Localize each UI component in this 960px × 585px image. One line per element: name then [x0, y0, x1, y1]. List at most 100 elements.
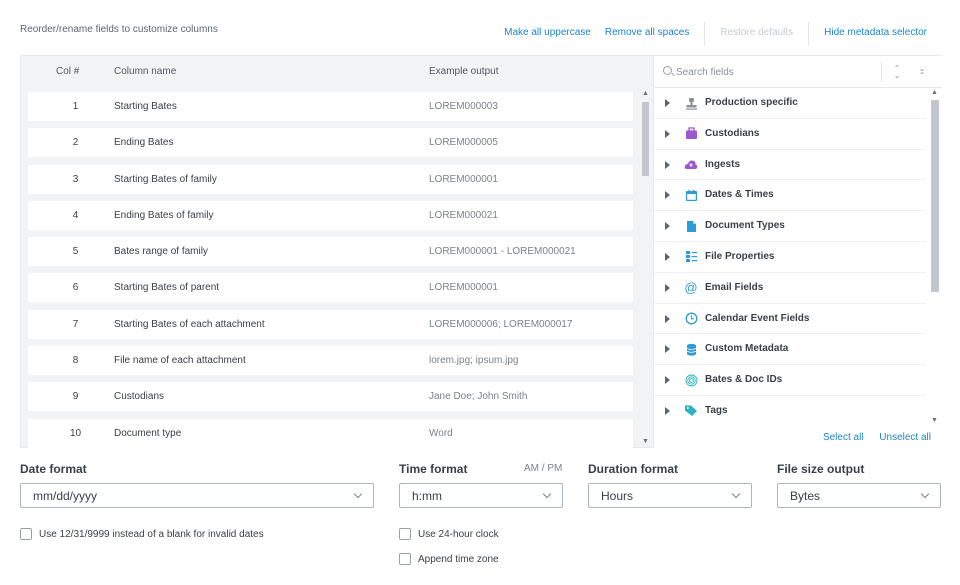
table-row[interactable]: 7 Starting Bates of each attachment LOREM0… [28, 309, 633, 339]
table-row[interactable]: 4 Ending Bates of family LOREM000021 [28, 200, 633, 230]
collapse-all-icon[interactable]: ⌄ ⌃ [917, 65, 927, 80]
time-format-value: h:mm [412, 489, 442, 503]
field-search: ⌃⌄ ⌄⌃ [654, 56, 942, 88]
scrollbar-thumb[interactable] [931, 100, 939, 292]
scrollbar-thumb[interactable] [642, 102, 649, 176]
table-row[interactable]: 9 Custodians Jane Doe; John Smith [28, 382, 633, 412]
at-sign-icon: @ [684, 280, 698, 296]
append-time-zone-checkbox[interactable] [399, 553, 411, 565]
24-hour-clock-checkbox[interactable] [399, 528, 411, 540]
caret-right-icon[interactable] [665, 252, 670, 261]
row-column-name[interactable]: Starting Bates of parent [114, 282, 219, 293]
col-number-header: Col # [56, 66, 80, 77]
category-label: Production specific [705, 97, 798, 108]
row-number: 7 [72, 318, 79, 330]
caret-right-icon[interactable] [665, 314, 670, 323]
search-fields-input[interactable] [676, 64, 876, 80]
caret-right-icon[interactable] [665, 222, 670, 231]
example-output-header: Example output [429, 66, 499, 77]
category-production-specific[interactable]: Production specific [654, 88, 926, 119]
row-example: LOREM000003 [429, 101, 498, 112]
table-row[interactable]: 5 Bates range of family LOREM000001 - LORE… [28, 237, 633, 267]
category-label: File Properties [705, 250, 775, 262]
category-calendar-event-fields[interactable]: Calendar Event Fields [654, 304, 926, 335]
row-example: LOREM000001 [429, 173, 498, 185]
caret-right-icon[interactable] [665, 406, 670, 415]
table-row[interactable]: 3 Starting Bates of family LOREM000001 [28, 164, 633, 194]
category-custodians[interactable]: Custodians [654, 119, 926, 150]
selector-scrollbar[interactable]: ▲ ▼ [929, 89, 941, 428]
restore-defaults-link[interactable]: Restore defaults [713, 25, 800, 43]
table-row[interactable]: 8 File name of each attachment lorem.jpg; … [28, 346, 633, 376]
category-dates-times[interactable]: Dates & Times [654, 180, 926, 212]
row-column-name[interactable]: Starting Bates of each attachment [114, 319, 265, 330]
caret-right-icon[interactable] [665, 129, 670, 138]
category-document-types[interactable]: Document Types [654, 211, 926, 242]
category-bates-doc-ids[interactable]: Bates & Doc IDs [654, 365, 926, 396]
row-column-name[interactable]: File name of each attachment [114, 355, 246, 366]
category-file-properties[interactable]: File Properties [654, 242, 926, 273]
database-icon [684, 342, 698, 356]
row-example: LOREM000006; LOREM000017 [429, 318, 573, 330]
append-time-zone-label: Append time zone [418, 553, 499, 565]
unselect-all-link[interactable]: Unselect all [879, 432, 931, 443]
caret-right-icon[interactable] [665, 283, 670, 292]
caret-right-icon[interactable] [665, 376, 670, 385]
row-example: lorem.jpg; ipsum.jpg [429, 355, 519, 367]
stamp-icon [684, 96, 698, 110]
select-all-link[interactable]: Select all [823, 432, 864, 443]
table-row[interactable]: 10 Document type Word [28, 418, 633, 448]
row-number: 4 [72, 209, 79, 221]
category-label: Custodians [705, 127, 760, 139]
row-column-name[interactable]: Bates range of family [114, 246, 208, 257]
invalid-dates-checkbox[interactable] [20, 528, 32, 540]
category-label: Ingests [705, 158, 741, 170]
row-column-name[interactable]: Ending Bates of family [114, 210, 214, 221]
caret-right-icon[interactable] [665, 191, 670, 200]
category-ingests[interactable]: Ingests [654, 150, 926, 181]
table-row[interactable]: 2 Ending Bates LOREM000005 [28, 128, 633, 158]
row-column-name[interactable]: Ending Bates [114, 137, 174, 148]
category-label: Document Types [705, 220, 785, 232]
scroll-up-arrow[interactable]: ▲ [931, 89, 938, 96]
table-row[interactable]: 6 Starting Bates of parent LOREM000001 [28, 273, 633, 303]
row-column-name[interactable]: Starting Bates [114, 101, 177, 112]
scroll-down-arrow[interactable]: ▼ [931, 417, 938, 424]
make-uppercase-link[interactable]: Make all uppercase [497, 25, 598, 43]
row-column-name[interactable]: Document type [114, 428, 181, 439]
append-time-zone-option[interactable]: Append time zone [399, 553, 499, 565]
invalid-dates-option[interactable]: Use 12/31/9999 instead of a blank for in… [20, 528, 264, 540]
cloud-upload-icon [684, 158, 698, 172]
expand-all-icon[interactable]: ⌃ ⌄ [892, 65, 902, 80]
caret-right-icon[interactable] [665, 99, 670, 107]
row-example: Word [429, 427, 453, 439]
category-custom-metadata[interactable]: Custom Metadata [654, 334, 926, 366]
category-email-fields[interactable]: @ Email Fields [654, 273, 926, 304]
row-number: 9 [72, 391, 79, 403]
scroll-down-arrow[interactable]: ▼ [642, 438, 649, 445]
category-tags[interactable]: Tags [654, 396, 926, 426]
date-format-select[interactable]: mm/dd/yyyy [20, 483, 374, 508]
caret-right-icon[interactable] [665, 345, 670, 354]
selection-actions: Select all Unselect all [810, 432, 931, 443]
divider [704, 22, 706, 46]
row-column-name[interactable]: Starting Bates of family [114, 174, 217, 185]
file-size-output-select[interactable]: Bytes [777, 483, 941, 508]
time-format-select[interactable]: h:mm [399, 483, 563, 508]
24-hour-clock-option[interactable]: Use 24-hour clock [399, 528, 499, 540]
remove-spaces-link[interactable]: Remove all spaces [598, 25, 696, 43]
calendar-icon [684, 188, 698, 202]
hide-metadata-selector-link[interactable]: Hide metadata selector [817, 25, 934, 43]
row-column-name[interactable]: Custodians [114, 391, 164, 402]
document-icon [684, 219, 698, 233]
row-number: 3 [72, 173, 79, 185]
chevron-down-icon [731, 489, 741, 499]
table-row[interactable]: 1 Starting Bates LOREM000003 [28, 92, 633, 121]
caret-right-icon[interactable] [665, 160, 670, 169]
scroll-up-arrow[interactable]: ▲ [642, 90, 649, 97]
row-number: 6 [72, 282, 79, 294]
chevron-down-icon [920, 489, 930, 499]
duration-format-select[interactable]: Hours [588, 483, 752, 508]
duration-format-label: Duration format [588, 462, 678, 476]
column-list-scrollbar[interactable]: ▲ ▼ [639, 88, 653, 448]
